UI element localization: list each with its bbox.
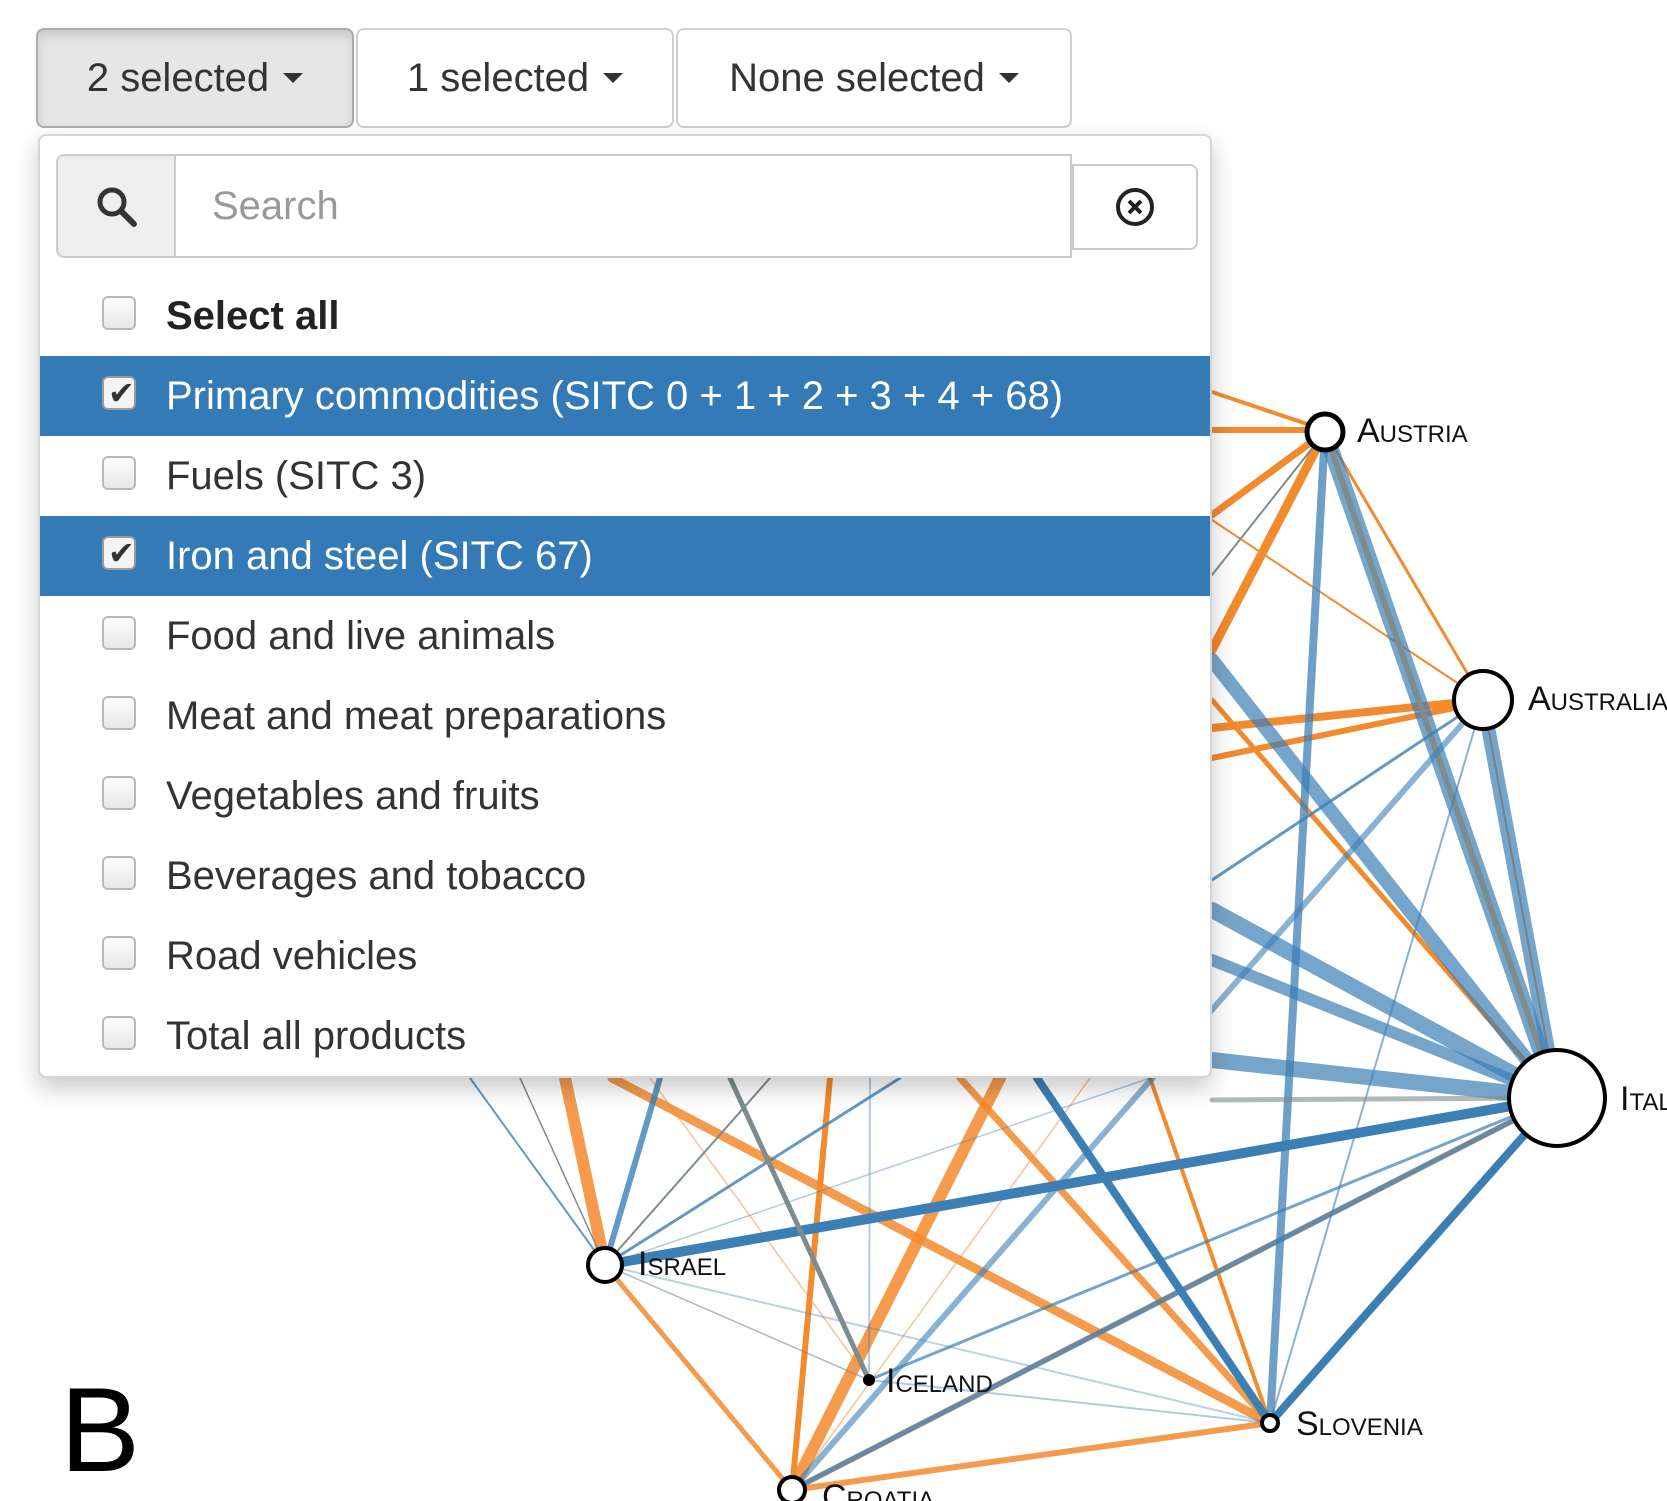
label-croatia: Croatia bbox=[822, 1478, 934, 1501]
multiselect-button-3-label: None selected bbox=[729, 55, 985, 100]
caret-down-icon bbox=[603, 73, 624, 83]
node-croatia bbox=[777, 1475, 807, 1501]
clear-search-button[interactable] bbox=[1072, 164, 1198, 250]
search-input[interactable] bbox=[174, 154, 1072, 258]
node-slovenia bbox=[1260, 1413, 1280, 1433]
checkbox-checked[interactable]: ✔ bbox=[102, 376, 136, 410]
checkbox[interactable] bbox=[102, 936, 136, 970]
option-label: Beverages and tobacco bbox=[166, 853, 587, 898]
checkbox[interactable] bbox=[102, 856, 136, 890]
option-fuels[interactable]: Fuels (SITC 3) bbox=[40, 436, 1210, 516]
caret-down-icon bbox=[283, 73, 304, 83]
panel-letter: B bbox=[60, 1363, 141, 1497]
multiselect-button-3[interactable]: None selected bbox=[676, 28, 1072, 128]
label-israel: Israel bbox=[638, 1245, 726, 1283]
option-label: Meat and meat preparations bbox=[166, 693, 667, 738]
multiselect-button-1[interactable]: 2 selected bbox=[36, 28, 354, 128]
option-total-all-products[interactable]: Total all products bbox=[40, 996, 1210, 1076]
option-label: Total all products bbox=[166, 1013, 467, 1058]
option-label: Road vehicles bbox=[166, 933, 418, 978]
option-meat[interactable]: Meat and meat preparations bbox=[40, 676, 1210, 756]
option-iron-and-steel[interactable]: ✔ Iron and steel (SITC 67) bbox=[40, 516, 1210, 596]
search-icon bbox=[97, 187, 137, 227]
multiselect-button-1-label: 2 selected bbox=[86, 55, 270, 100]
search-group bbox=[56, 154, 1198, 258]
checkbox[interactable] bbox=[102, 776, 136, 810]
clear-circle-icon bbox=[1116, 188, 1154, 226]
option-label: Select all bbox=[166, 293, 340, 338]
option-label: Iron and steel (SITC 67) bbox=[166, 533, 593, 578]
node-australia bbox=[1452, 669, 1514, 731]
checkbox[interactable] bbox=[102, 296, 136, 330]
option-select-all[interactable]: Select all bbox=[40, 276, 1210, 356]
node-iceland bbox=[863, 1374, 875, 1386]
option-road-vehicles[interactable]: Road vehicles bbox=[40, 916, 1210, 996]
node-israel bbox=[586, 1246, 624, 1284]
checkbox[interactable] bbox=[102, 696, 136, 730]
option-primary-commodities[interactable]: ✔ Primary commodities (SITC 0 + 1 + 2 + … bbox=[40, 356, 1210, 436]
search-addon bbox=[56, 154, 176, 258]
multiselect-button-2-label: 1 selected bbox=[406, 55, 590, 100]
option-label: Primary commodities (SITC 0 + 1 + 2 + 3 … bbox=[166, 373, 1064, 418]
multiselect-dropdown: Select all ✔ Primary commodities (SITC 0… bbox=[38, 134, 1212, 1078]
label-italy: Ital bbox=[1620, 1080, 1667, 1118]
node-italy bbox=[1507, 1048, 1607, 1148]
checkbox-checked[interactable]: ✔ bbox=[102, 536, 136, 570]
checkbox[interactable] bbox=[102, 616, 136, 650]
label-iceland: Iceland bbox=[886, 1362, 993, 1400]
check-icon: ✔ bbox=[108, 375, 135, 411]
label-slovenia: Slovenia bbox=[1296, 1405, 1423, 1443]
caret-down-icon bbox=[998, 73, 1019, 83]
option-beverages-and-tobacco[interactable]: Beverages and tobacco bbox=[40, 836, 1210, 916]
option-label: Fuels (SITC 3) bbox=[166, 453, 427, 498]
option-food-and-live-animals[interactable]: Food and live animals bbox=[40, 596, 1210, 676]
check-icon: ✔ bbox=[108, 535, 135, 571]
option-label: Food and live animals bbox=[166, 613, 556, 658]
label-australia: Australia bbox=[1528, 680, 1667, 718]
checkbox[interactable] bbox=[102, 456, 136, 490]
label-austria: Austria bbox=[1357, 412, 1468, 450]
option-vegetables-and-fruits[interactable]: Vegetables and fruits bbox=[40, 756, 1210, 836]
checkbox[interactable] bbox=[102, 1016, 136, 1050]
node-austria bbox=[1304, 411, 1346, 453]
option-label: Vegetables and fruits bbox=[166, 773, 540, 818]
multiselect-button-2[interactable]: 1 selected bbox=[356, 28, 674, 128]
